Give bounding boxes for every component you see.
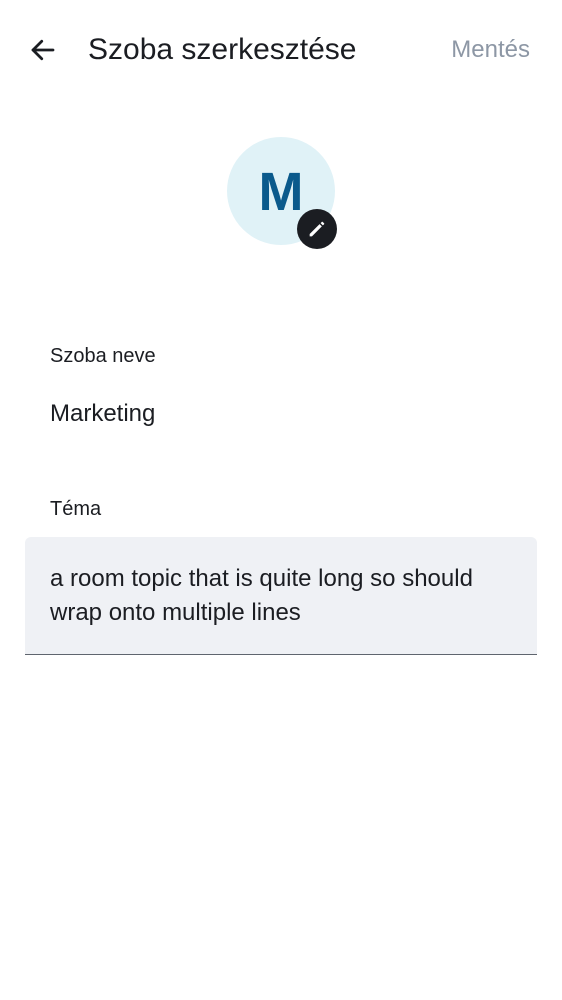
room-name-field[interactable]: Marketing (50, 398, 510, 430)
back-button[interactable] (22, 29, 64, 71)
room-name-label: Szoba neve (50, 345, 156, 367)
avatar-initial: M (258, 162, 304, 222)
arrow-left-icon (28, 35, 58, 65)
topic-text: a room topic that is quite long so shoul… (50, 565, 473, 626)
edit-avatar-button[interactable] (297, 209, 337, 249)
topic-field[interactable]: a room topic that is quite long so shoul… (25, 537, 537, 655)
save-button[interactable]: Mentés (451, 33, 530, 67)
page-title: Szoba szerkesztése (88, 33, 357, 66)
pencil-icon (306, 218, 328, 240)
topic-label: Téma (50, 498, 102, 520)
top-app-bar: Szoba szerkesztése Mentés (0, 0, 562, 100)
edit-room-screen: Szoba szerkesztése Mentés M Szoba neve M… (0, 0, 562, 1000)
